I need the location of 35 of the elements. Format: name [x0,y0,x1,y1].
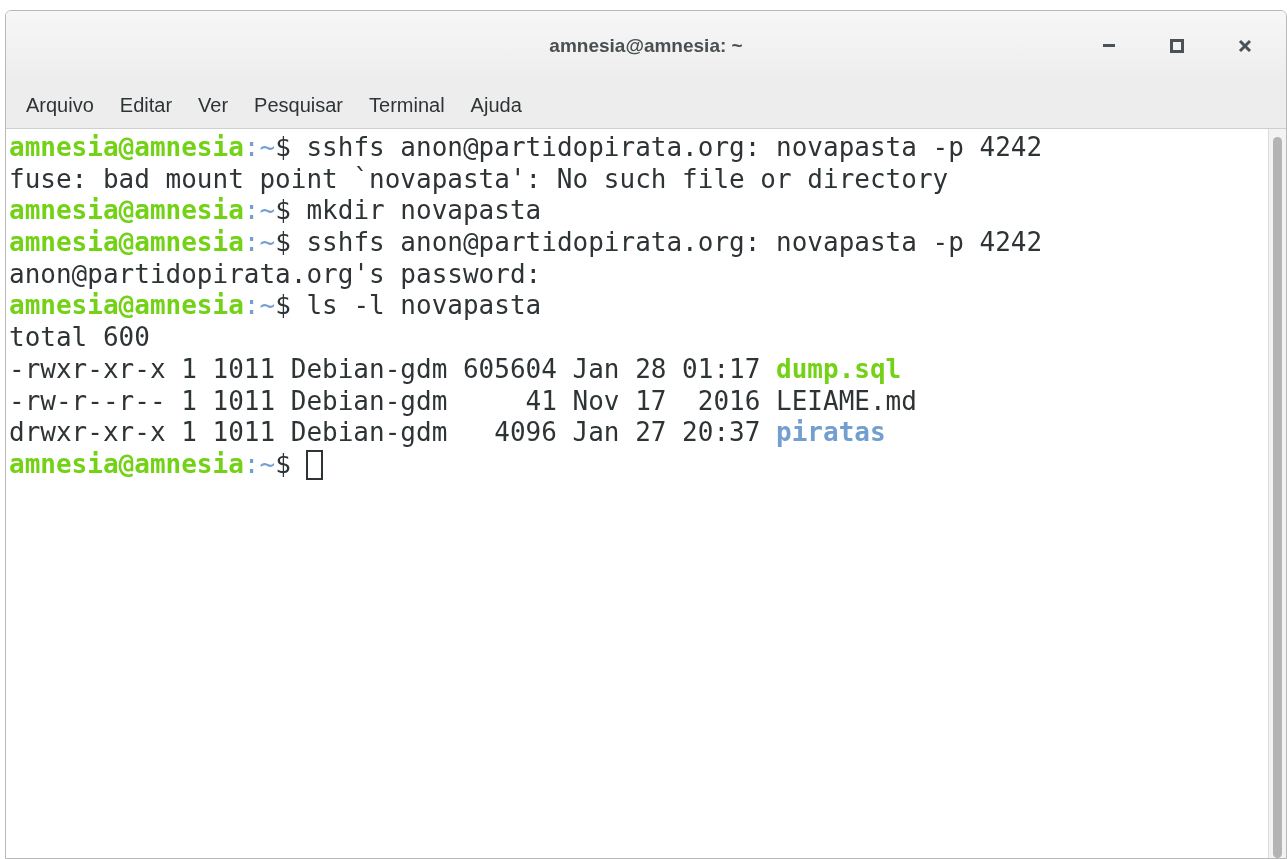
terminal-text: anon@partidopirata.org's password: [9,258,542,291]
window-title: amnesia@amnesia: ~ [549,33,743,58]
scrollbar-thumb[interactable] [1273,137,1282,858]
prompt-user: amnesia@amnesia [9,195,244,228]
minimize-icon [1103,44,1115,48]
menu-item[interactable]: Ver [186,83,241,126]
scrollbar[interactable] [1268,129,1286,858]
terminal-text: -rwxr-xr-x 1 1011 Debian-gdm 605604 Jan 28 01:17 [9,353,762,386]
menu-item[interactable]: Ajuda [458,83,534,126]
prompt-user: amnesia@amnesia [9,448,244,481]
terminal-text: drwxr-xr-x 1 1011 Debian-gdm 4096 Jan 27 20:37 [9,417,762,449]
terminal-text: -rw-r--r-- 1 1011 Debian-gdm 41 Nov 17 2016 LEIAME.md [9,385,917,418]
terminal-text: fuse: bad mount point `novapasta': No such file or directory [9,163,949,196]
prompt-path: :~ [243,290,276,323]
prompt-path: :~ [243,227,276,259]
prompt-user: amnesia@amnesia [9,227,244,259]
terminal-text: $ sshfs anon@partidopirata.org: novapasta -p 4242 [275,132,1043,164]
close-icon [1238,39,1252,53]
prompt-path: :~ [243,195,276,228]
menu-item[interactable]: Terminal [357,83,457,126]
terminal-text: $ sshfs anon@partidopirata.org: novapasta -p 4242 [275,227,1043,259]
directory-name: piratas [776,417,886,449]
menu-item[interactable]: Editar [107,83,185,126]
terminal-text: total 600 [9,322,150,354]
prompt-user: amnesia@amnesia [9,290,244,323]
prompt-path: :~ [243,448,276,481]
terminal-text: $ [275,448,292,481]
menu-item[interactable]: Arquivo [14,83,106,126]
terminal-text: $ mkdir novapasta [275,195,542,228]
executable-file-name: dump.sql [776,353,902,386]
terminal-text: $ ls -l novapasta [275,290,542,323]
prompt-user: amnesia@amnesia [9,132,244,164]
menu-item[interactable]: Pesquisar [242,83,356,126]
maximize-icon [1170,39,1184,53]
prompt-path: :~ [243,132,276,164]
